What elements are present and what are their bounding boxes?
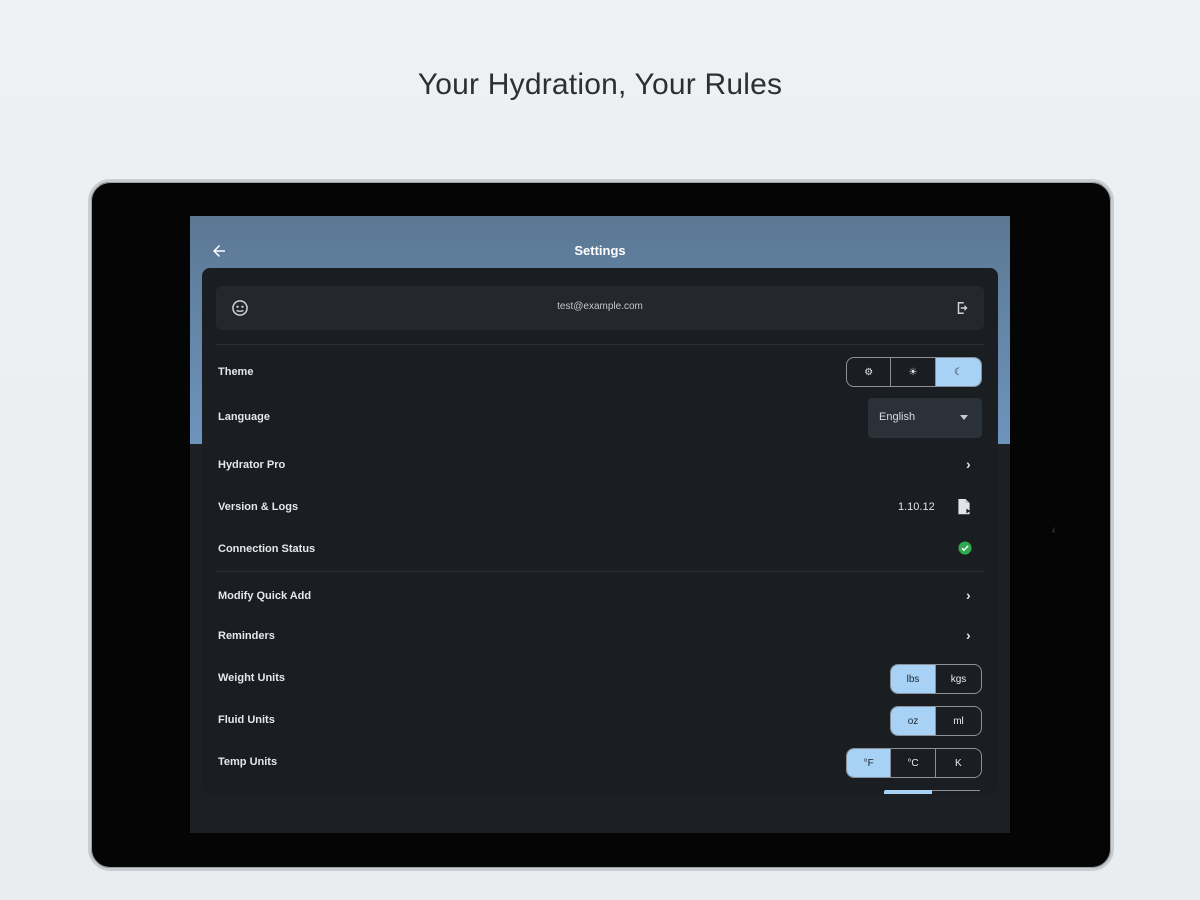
logout-icon[interactable] — [954, 299, 972, 317]
theme-selector: ⚙ ☀ ☾ — [846, 357, 982, 387]
document-icon[interactable] — [956, 498, 972, 516]
weight-option-kgs[interactable]: kgs — [936, 665, 981, 693]
settings-panel: test@example.com Theme ⚙ ☀ ☾ Language En… — [202, 268, 998, 794]
page-title: Settings — [574, 243, 626, 258]
language-label: Language — [218, 411, 270, 423]
fluid-units-label: Fluid Units — [218, 714, 275, 726]
account-card: test@example.com — [216, 286, 984, 330]
fluid-units-selector: oz ml — [890, 706, 982, 736]
theme-option-dark[interactable]: ☾ — [935, 358, 981, 386]
temp-units-label: Temp Units — [218, 756, 278, 768]
version-value: 1.10.12 — [898, 501, 935, 513]
language-dropdown[interactable]: English — [868, 398, 982, 438]
connection-status-label: Connection Status — [218, 543, 316, 555]
language-value: English — [879, 411, 916, 423]
hydrator-pro-label[interactable]: Hydrator Pro — [218, 459, 285, 471]
modify-quick-add-label[interactable]: Modify Quick Add — [218, 590, 311, 602]
app-screen: Settings test@example.com Theme ⚙ ☀ ☾ La… — [190, 216, 1010, 833]
theme-label: Theme — [218, 366, 254, 378]
camera-icon: ⁁ — [1052, 520, 1055, 533]
version-logs-label: Version & Logs — [218, 501, 299, 513]
theme-option-light[interactable]: ☀ — [891, 358, 936, 386]
theme-option-system[interactable]: ⚙ — [847, 358, 892, 386]
chevron-down-icon — [960, 415, 968, 420]
temp-units-selector: °F °C K — [846, 748, 982, 778]
temp-option-kelvin[interactable]: K — [936, 749, 981, 777]
divider — [216, 344, 984, 345]
fluid-option-oz[interactable]: oz — [891, 707, 937, 735]
account-email: test@example.com — [557, 301, 643, 312]
check-circle-icon — [958, 541, 972, 555]
reminders-label[interactable]: Reminders — [218, 630, 275, 642]
weight-units-label: Weight Units — [218, 672, 286, 684]
divider — [216, 571, 984, 572]
chevron-right-icon[interactable]: › — [966, 587, 971, 603]
temp-option-celsius[interactable]: °C — [891, 749, 936, 777]
marketing-headline: Your Hydration, Your Rules — [417, 68, 783, 101]
fluid-option-ml[interactable]: ml — [936, 707, 981, 735]
weight-option-lbs[interactable]: lbs — [891, 665, 937, 693]
chevron-right-icon[interactable]: › — [966, 456, 971, 472]
temp-option-fahrenheit[interactable]: °F — [847, 749, 892, 777]
weight-units-selector: lbs kgs — [890, 664, 982, 694]
chevron-right-icon[interactable]: › — [966, 627, 971, 643]
next-row-peek — [884, 790, 980, 794]
